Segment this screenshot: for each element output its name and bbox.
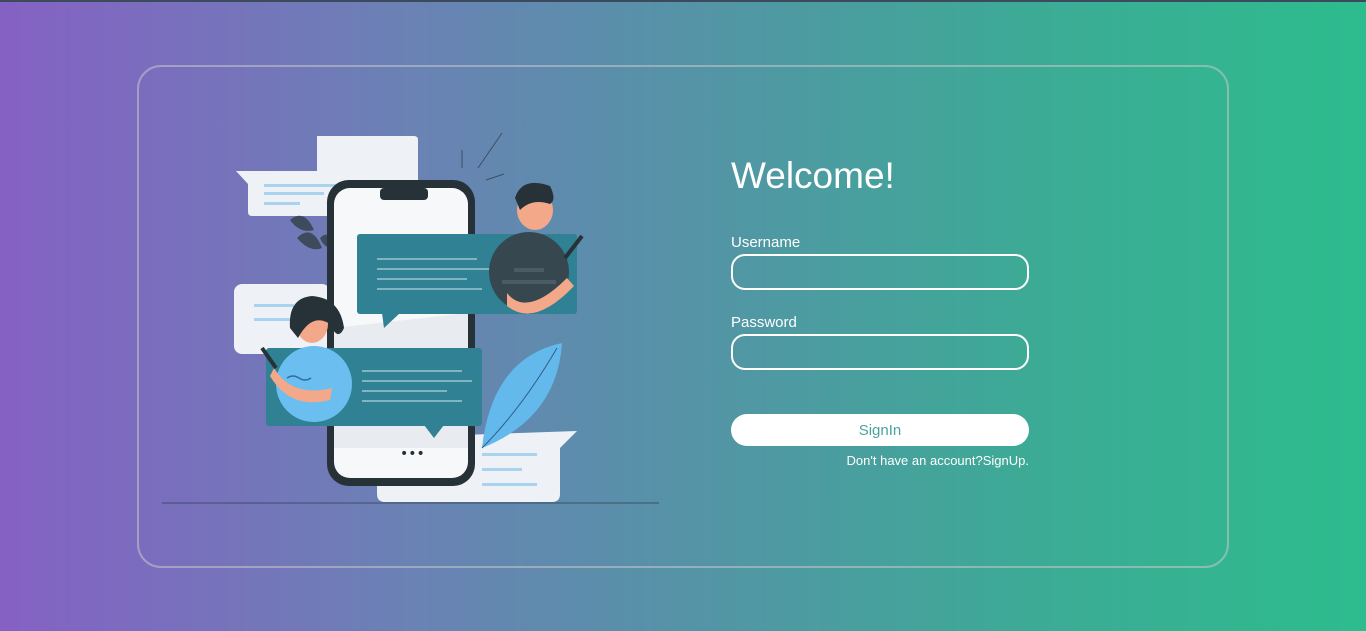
username-group: Username	[731, 234, 1029, 290]
password-group: Password	[731, 314, 1029, 370]
signin-button[interactable]: SignIn	[731, 414, 1029, 446]
signup-link[interactable]: SignUp.	[983, 453, 1029, 468]
password-input[interactable]	[731, 334, 1029, 370]
username-label: Username	[731, 234, 801, 251]
welcome-title: Welcome!	[731, 155, 895, 196]
signup-prompt-text: Don't have an account?	[846, 453, 983, 468]
login-form: Welcome! Username Password SignIn Don't …	[731, 150, 1029, 468]
username-input[interactable]	[731, 254, 1029, 290]
signup-prompt: Don't have an account?SignUp.	[731, 453, 1029, 468]
password-label: Password	[731, 314, 797, 331]
typing-indicator-icon: •••	[400, 446, 425, 462]
chat-phone-illustration: •••	[162, 132, 659, 504]
top-border	[0, 0, 1366, 2]
